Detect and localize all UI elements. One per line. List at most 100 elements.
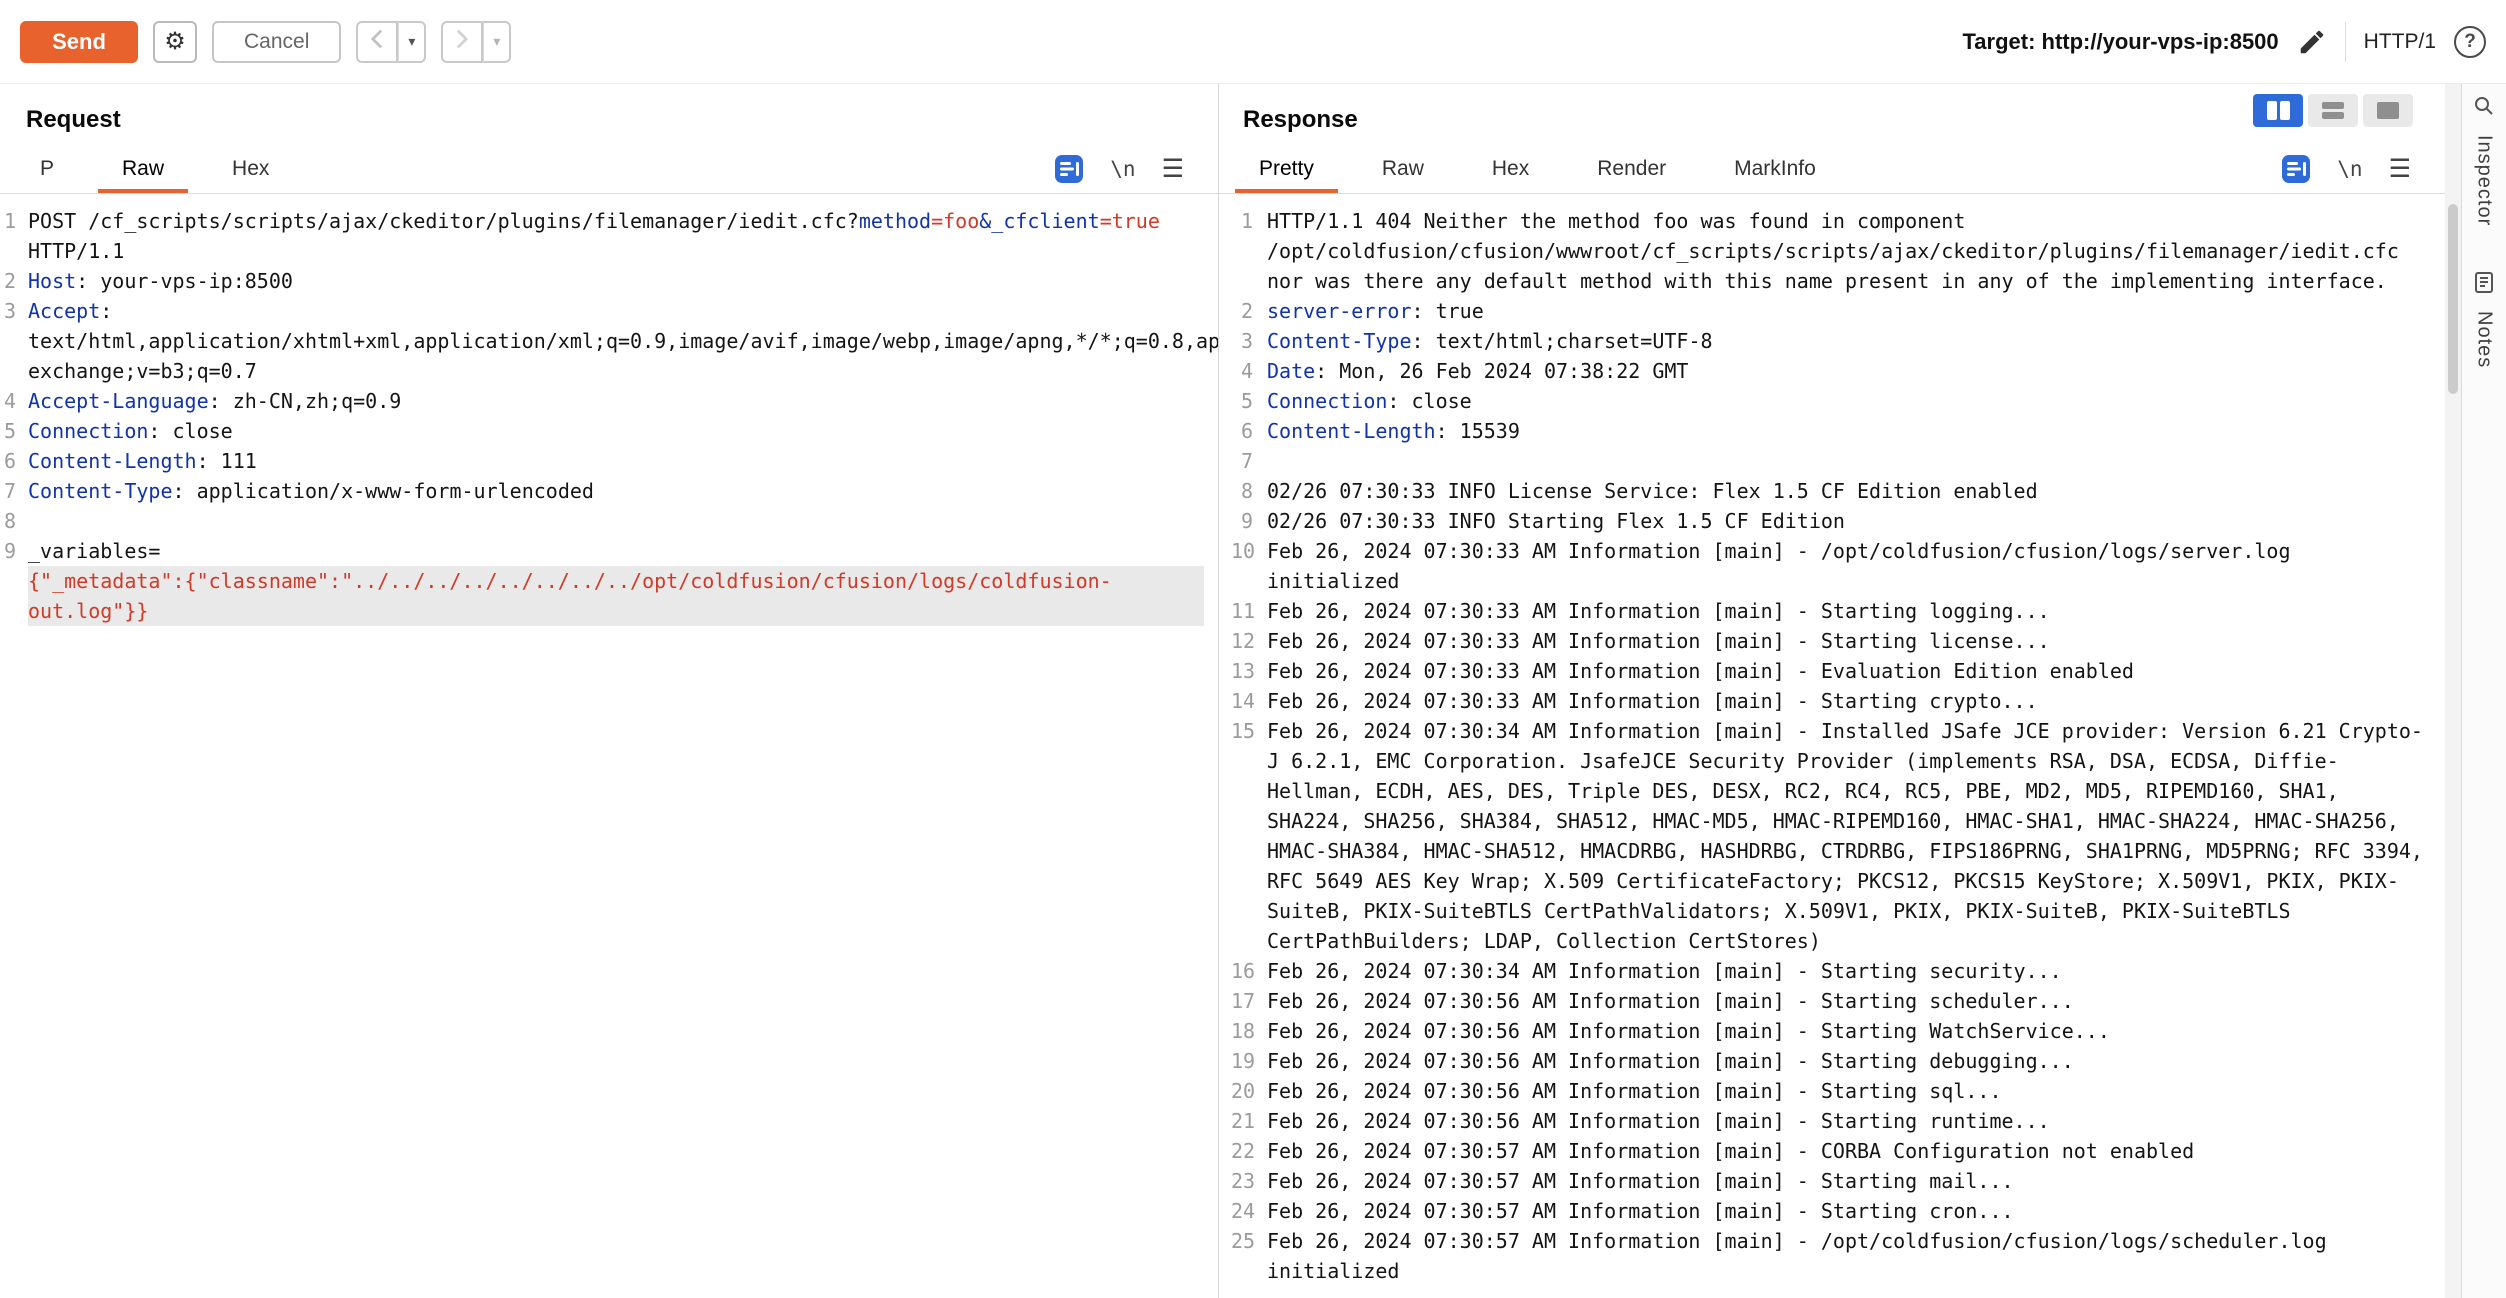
rows-icon	[2322, 102, 2344, 119]
code-segment-param: method	[859, 209, 931, 233]
line-number: 15	[1231, 716, 1267, 956]
line-number: 2	[4, 266, 28, 296]
code-line: 24Feb 26, 2024 07:30:57 AM Information […	[1231, 1196, 2431, 1226]
line-number: 9	[1231, 506, 1267, 536]
response-tab-hex[interactable]: Hex	[1458, 144, 1563, 193]
code-line: 5Connection: close	[4, 416, 1204, 446]
newline-toggle-icon[interactable]: \n	[2337, 157, 2362, 181]
code-segment-plain: : true	[1412, 299, 1484, 323]
back-button[interactable]	[356, 21, 398, 63]
response-tab-markinfo[interactable]: MarkInfo	[1700, 144, 1850, 193]
line-number: 25	[1231, 1226, 1267, 1286]
code-line: 2Host: your-vps-ip:8500	[4, 266, 1204, 296]
newline-toggle-icon[interactable]: \n	[1110, 157, 1135, 181]
line-text: Feb 26, 2024 07:30:56 AM Information [ma…	[1267, 1016, 2431, 1046]
help-icon[interactable]: ?	[2454, 26, 2486, 58]
line-text[interactable]: Content-Type: application/x-www-form-url…	[28, 476, 1204, 506]
single-layout-button[interactable]	[2363, 94, 2413, 127]
columns-layout-button[interactable]	[2253, 94, 2303, 127]
line-text[interactable]: Accept-Language: zh-CN,zh;q=0.9	[28, 386, 1204, 416]
request-tab-raw[interactable]: Raw	[88, 144, 198, 193]
response-viewer[interactable]: 1HTTP/1.1 404 Neither the method foo was…	[1219, 194, 2445, 1286]
code-line: 1POST /cf_scripts/scripts/ajax/ckeditor/…	[4, 206, 1204, 266]
menu-icon[interactable]: ☰	[1162, 154, 1184, 184]
line-text[interactable]: _variables={"_metadata":{"classname":"..…	[28, 536, 1204, 626]
code-segment-plain: Feb 26, 2024 07:30:34 AM Information [ma…	[1267, 959, 2062, 983]
http-version-selector[interactable]: HTTP/1	[2364, 30, 2436, 54]
line-text: HTTP/1.1 404 Neither the method foo was …	[1267, 206, 2431, 296]
scrollbar-thumb[interactable]	[2448, 204, 2458, 394]
line-text: Feb 26, 2024 07:30:57 AM Information [ma…	[1267, 1196, 2431, 1226]
line-text[interactable]: Accept: text/html,application/xhtml+xml,…	[28, 296, 1218, 386]
code-line: 18Feb 26, 2024 07:30:56 AM Information […	[1231, 1016, 2431, 1046]
cancel-button[interactable]: Cancel	[212, 21, 341, 63]
line-text[interactable]: Connection: close	[28, 416, 1204, 446]
line-text[interactable]: Content-Length: 111	[28, 446, 1204, 476]
back-history-dropdown[interactable]: ▾	[398, 21, 426, 63]
inspector-icon	[2472, 94, 2496, 123]
code-line: 11Feb 26, 2024 07:30:33 AM Information […	[1231, 596, 2431, 626]
code-segment-plain: : your-vps-ip:8500	[76, 269, 293, 293]
line-text: Feb 26, 2024 07:30:56 AM Information [ma…	[1267, 986, 2431, 1016]
line-number: 21	[1231, 1106, 1267, 1136]
code-segment-plain: Feb 26, 2024 07:30:56 AM Information [ma…	[1267, 1079, 2002, 1103]
line-number: 2	[1231, 296, 1267, 326]
code-segment-plain: Feb 26, 2024 07:30:33 AM Information [ma…	[1267, 659, 2134, 683]
prettify-icon[interactable]	[1054, 154, 1084, 184]
line-number: 12	[1231, 626, 1267, 656]
line-text: Feb 26, 2024 07:30:33 AM Information [ma…	[1267, 536, 2431, 596]
forward-button[interactable]	[441, 21, 483, 63]
sidebar-item-label: Notes	[2473, 311, 2496, 368]
code-line: 1HTTP/1.1 404 Neither the method foo was…	[1231, 206, 2431, 296]
line-number: 1	[1231, 206, 1267, 296]
code-line: 21Feb 26, 2024 07:30:56 AM Information […	[1231, 1106, 2431, 1136]
toolbar-right: Target: http://your-vps-ip:8500 HTTP/1 ?	[1962, 22, 2486, 62]
request-tab-p[interactable]: P	[6, 144, 88, 193]
line-text: Feb 26, 2024 07:30:57 AM Information [ma…	[1267, 1226, 2431, 1286]
response-tab-render[interactable]: Render	[1563, 144, 1700, 193]
settings-button[interactable]: ⚙	[153, 21, 197, 63]
code-line: 4Accept-Language: zh-CN,zh;q=0.9	[4, 386, 1204, 416]
rows-layout-button[interactable]	[2308, 94, 2358, 127]
code-line: 12Feb 26, 2024 07:30:33 AM Information […	[1231, 626, 2431, 656]
prettify-icon[interactable]	[2281, 154, 2311, 184]
chevron-left-icon	[370, 29, 384, 54]
response-tab-pretty[interactable]: Pretty	[1225, 144, 1348, 193]
code-segment-plain: : application/x-www-form-urlencoded	[173, 479, 594, 503]
sidebar-item-notes[interactable]: Notes	[2472, 270, 2496, 368]
code-line: 14Feb 26, 2024 07:30:33 AM Information […	[1231, 686, 2431, 716]
code-line: 25Feb 26, 2024 07:30:57 AM Information […	[1231, 1226, 2431, 1286]
request-tab-icons: \n ☰	[1054, 144, 1198, 193]
code-line: 6Content-Length: 111	[4, 446, 1204, 476]
question-mark: ?	[2464, 31, 2476, 53]
code-segment-header: Connection	[1267, 389, 1387, 413]
line-number: 22	[1231, 1136, 1267, 1166]
menu-icon[interactable]: ☰	[2389, 154, 2411, 184]
code-line: 22Feb 26, 2024 07:30:57 AM Information […	[1231, 1136, 2431, 1166]
request-editor[interactable]: 1POST /cf_scripts/scripts/ajax/ckeditor/…	[0, 194, 1218, 626]
forward-history-dropdown[interactable]: ▾	[483, 21, 511, 63]
code-segment-header: Host	[28, 269, 76, 293]
edit-target-icon[interactable]	[2297, 27, 2327, 57]
line-number: 6	[1231, 416, 1267, 446]
code-segment-plain: Feb 26, 2024 07:30:57 AM Information [ma…	[1267, 1139, 2194, 1163]
line-text[interactable]	[28, 506, 1204, 536]
line-text[interactable]: Host: your-vps-ip:8500	[28, 266, 1204, 296]
sidebar-item-inspector[interactable]: Inspector	[2472, 94, 2496, 226]
response-scrollbar[interactable]	[2445, 84, 2461, 1298]
send-button[interactable]: Send	[20, 21, 138, 63]
line-text: server-error: true	[1267, 296, 2431, 326]
code-line: 16Feb 26, 2024 07:30:34 AM Information […	[1231, 956, 2431, 986]
code-segment-header: Content-Type	[28, 479, 173, 503]
request-tab-hex[interactable]: Hex	[198, 144, 303, 193]
code-segment-plain: Feb 26, 2024 07:30:57 AM Information [ma…	[1267, 1199, 2014, 1223]
code-segment-plain: Feb 26, 2024 07:30:56 AM Information [ma…	[1267, 1109, 2050, 1133]
line-text: Content-Type: text/html;charset=UTF-8	[1267, 326, 2431, 356]
line-number: 4	[4, 386, 28, 416]
response-tab-raw[interactable]: Raw	[1348, 144, 1458, 193]
notes-icon	[2472, 270, 2496, 299]
code-line: 9_variables={"_metadata":{"classname":".…	[4, 536, 1204, 626]
code-line: 2server-error: true	[1231, 296, 2431, 326]
line-text[interactable]: POST /cf_scripts/scripts/ajax/ckeditor/p…	[28, 206, 1204, 266]
response-tabs: PrettyRawHexRenderMarkInfo	[1225, 144, 1850, 193]
